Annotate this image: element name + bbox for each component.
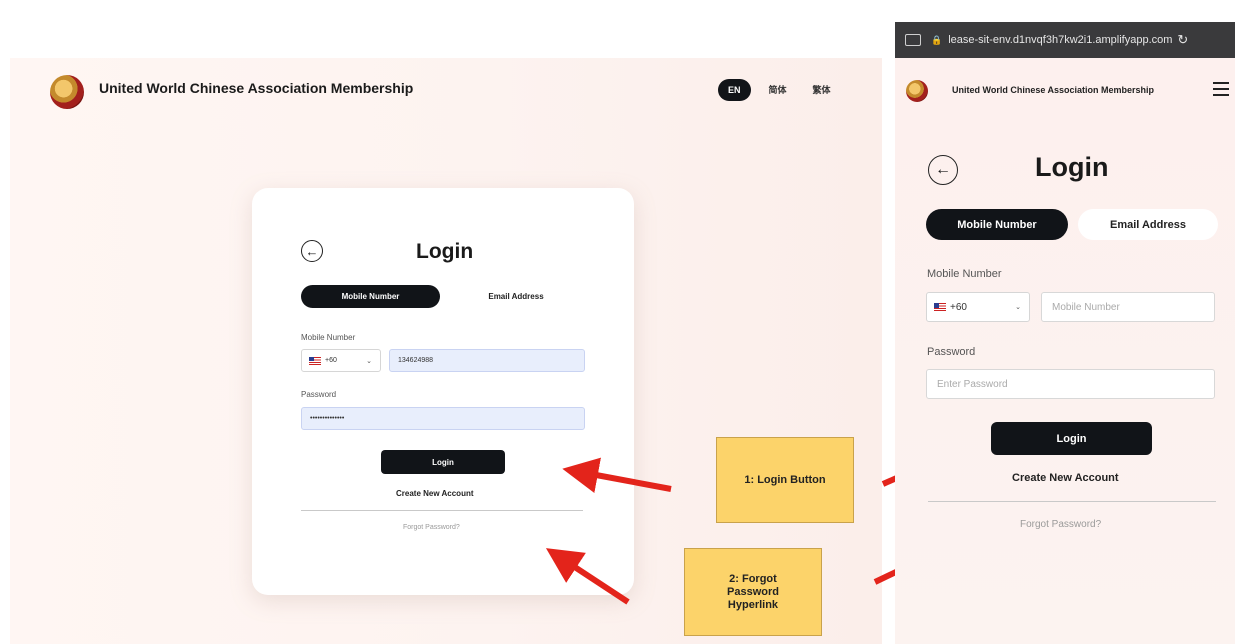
login-method-tabs: Mobile Number Email Address <box>301 285 585 308</box>
divider <box>928 501 1216 502</box>
callout-login-button: 1: Login Button <box>716 437 854 523</box>
password-input[interactable]: •••••••••••••• <box>301 407 585 430</box>
tab-email-address[interactable]: Email Address <box>1078 209 1218 240</box>
tab-mobile-number[interactable]: Mobile Number <box>301 285 440 308</box>
back-arrow-icon[interactable]: ← <box>928 155 958 185</box>
chevron-down-icon: ⌄ <box>366 357 372 365</box>
divider <box>301 510 583 511</box>
password-label: Password <box>301 390 337 399</box>
page-title: Login <box>416 240 474 263</box>
chevron-down-icon: ⌄ <box>1015 304 1021 311</box>
lock-icon: 🔒 <box>931 34 943 45</box>
url-text[interactable]: lease-sit-env.d1nvqf3h7kw2i1.amplifyapp.… <box>948 34 1172 46</box>
back-arrow-icon[interactable]: ← <box>301 240 323 262</box>
password-label: Password <box>927 346 976 358</box>
callout-forgot-line2: Password <box>727 585 779 598</box>
browser-url-bar[interactable]: 🔒 lease-sit-env.d1nvqf3h7kw2i1.amplifyap… <box>895 22 1235 58</box>
tab-mobile-number[interactable]: Mobile Number <box>926 209 1068 240</box>
callout-forgot-line3: Hyperlink <box>727 598 779 611</box>
login-card: ← Login Mobile Number Email Address Mobi… <box>252 188 634 595</box>
lang-traditional-button[interactable]: 繁体 <box>805 78 839 101</box>
login-button[interactable]: Login <box>991 422 1152 455</box>
country-code-value: +60 <box>950 301 967 313</box>
page-title: Login <box>1035 152 1109 182</box>
password-input[interactable]: Enter Password <box>926 369 1215 399</box>
country-code-select[interactable]: +60 ⌄ <box>926 292 1030 322</box>
mobile-view: United World Chinese Association Members… <box>895 58 1235 644</box>
reload-icon[interactable]: ↻ <box>1177 32 1188 48</box>
callout-forgot-line1: 2: Forgot <box>729 572 777 585</box>
lang-en-button[interactable]: EN <box>718 78 751 101</box>
logo-icon[interactable] <box>50 75 84 109</box>
tab-email-address[interactable]: Email Address <box>456 285 576 308</box>
country-code-select[interactable]: +60 ⌄ <box>301 349 381 372</box>
country-code-value: +60 <box>325 357 337 364</box>
tabs-icon[interactable] <box>905 34 921 46</box>
login-button[interactable]: Login <box>381 450 505 474</box>
forgot-password-link[interactable]: Forgot Password? <box>403 524 460 531</box>
mobile-number-label: Mobile Number <box>301 333 356 342</box>
forgot-password-link[interactable]: Forgot Password? <box>1020 519 1101 530</box>
create-account-link[interactable]: Create New Account <box>396 489 474 498</box>
site-title: United World Chinese Association Members… <box>952 85 1155 95</box>
create-account-link[interactable]: Create New Account <box>1012 472 1119 484</box>
mobile-number-input[interactable]: 134624988 <box>389 349 585 372</box>
flag-us-icon <box>934 303 946 311</box>
site-title: United World Chinese Association Members… <box>99 80 414 96</box>
lang-simplified-button[interactable]: 简体 <box>761 78 795 101</box>
logo-icon[interactable] <box>906 80 928 102</box>
callout-forgot-password: 2: Forgot Password Hyperlink <box>684 548 822 636</box>
mobile-number-label: Mobile Number <box>927 268 1002 280</box>
mobile-number-input[interactable]: Mobile Number <box>1041 292 1215 322</box>
hamburger-menu-icon[interactable] <box>1213 82 1229 96</box>
language-switcher: EN 简体 繁体 <box>718 78 839 101</box>
flag-us-icon <box>309 356 321 365</box>
